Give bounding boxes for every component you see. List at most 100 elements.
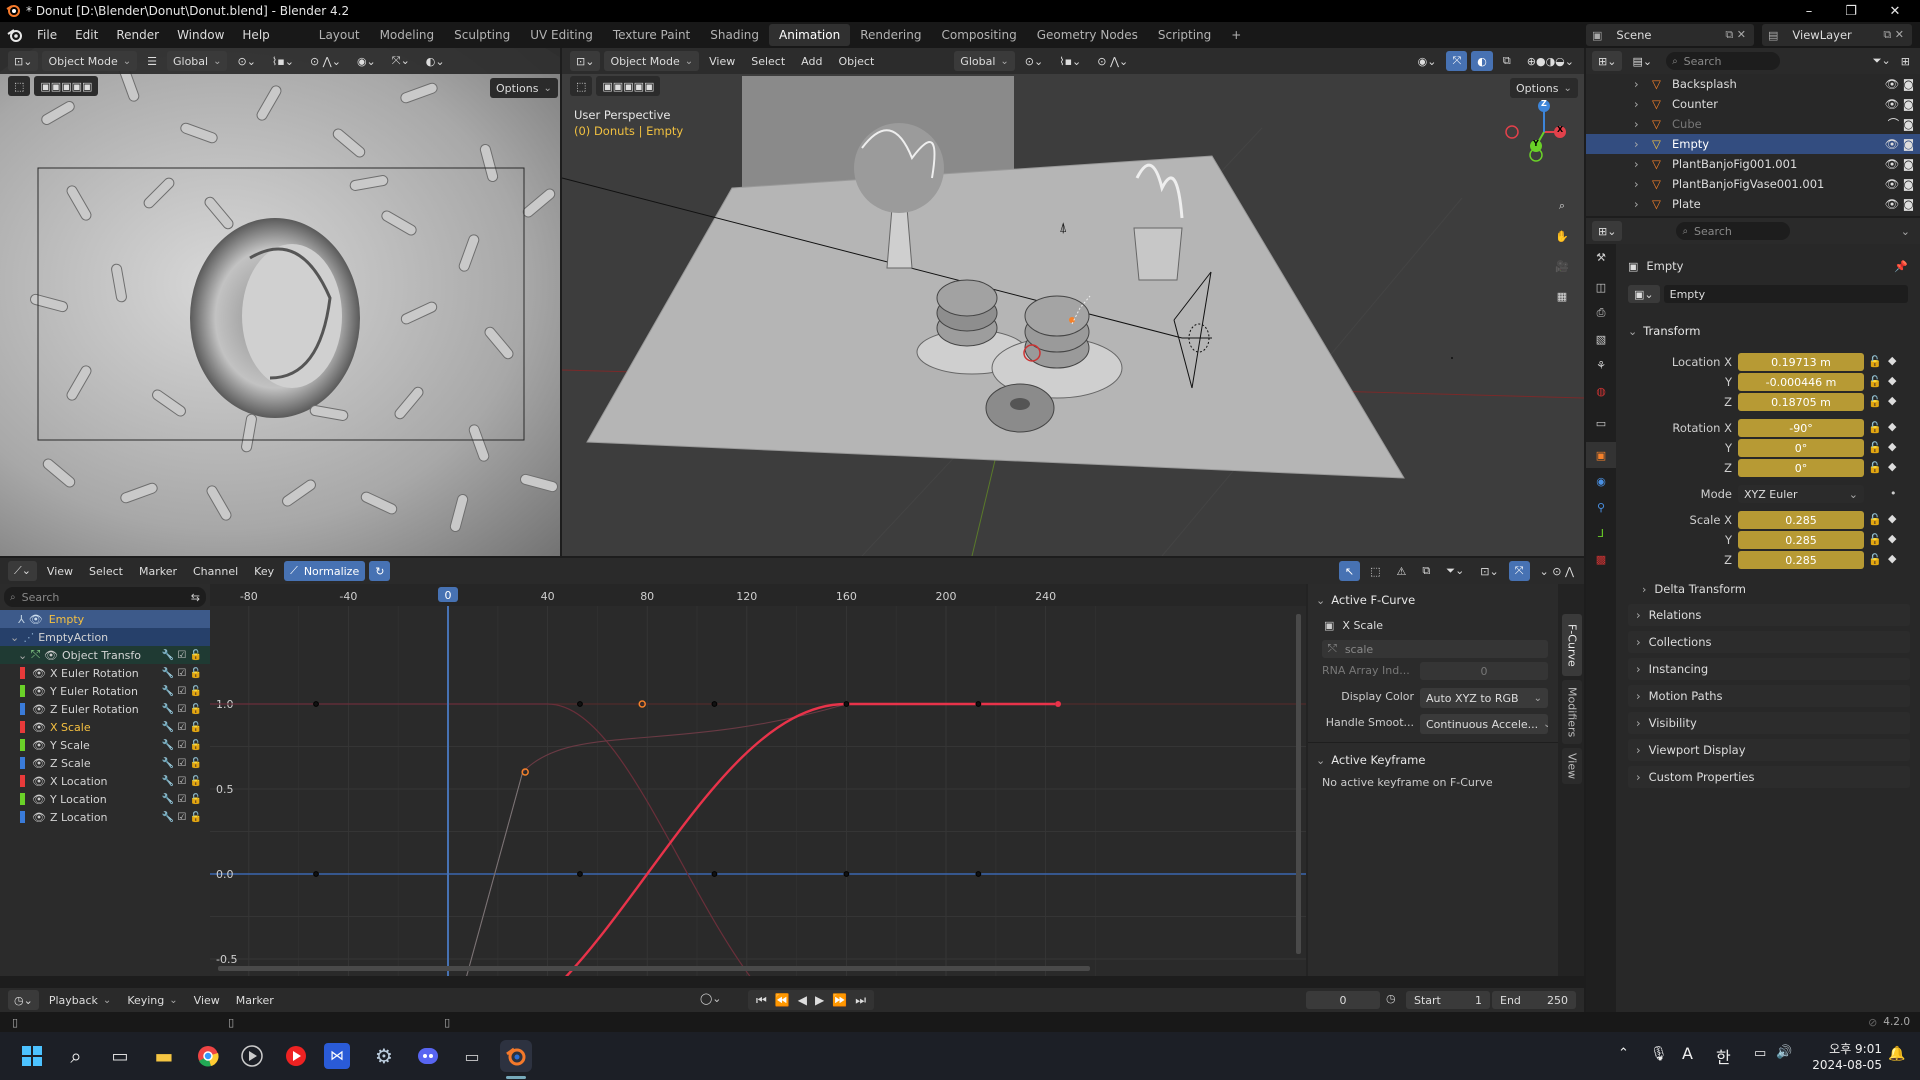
viewport-orientation-dropdown[interactable]: Global (954, 51, 1015, 71)
properties-search-input[interactable]: ⌕ Search (1676, 222, 1791, 240)
location-x-keyframe-icon[interactable]: ◆ (1888, 354, 1896, 367)
overlay-icon[interactable]: ◐⌄ (420, 51, 451, 71)
panel-visibility[interactable]: › Visibility (1628, 712, 1910, 734)
show-hidden-icon[interactable]: ⬚ (1364, 561, 1386, 581)
channel-eye-icon[interactable]: 👁 (32, 811, 46, 824)
outliner-display-mode-icon[interactable]: ▤⌄ (1626, 51, 1658, 71)
viewport-proportional-icon[interactable]: ⊙ ⋀⌄ (1091, 51, 1134, 71)
data-path-field[interactable]: ⤲ scale (1322, 640, 1548, 658)
texture-tab-icon[interactable]: ▩ (1586, 546, 1616, 572)
channel-row[interactable]: 👁 Z Euler Rotation 🔧 ☑ 🔓 (0, 700, 210, 718)
viewport-menu-select[interactable]: Select (745, 51, 791, 71)
location-z-field[interactable]: 0.18705 m (1738, 393, 1864, 411)
outliner-item[interactable]: › ▽ Cube ⌒ ◙ (1586, 114, 1920, 134)
task-view-icon[interactable]: ▭ (104, 1040, 136, 1072)
delta-transform-subpanel[interactable]: › Delta Transform (1642, 578, 1910, 600)
start-frame-field[interactable]: Start 1 (1406, 991, 1490, 1009)
constraints-tab-icon[interactable]: ⚲ (1586, 494, 1616, 520)
menu-edit[interactable]: Edit (66, 23, 107, 47)
normalize-toggle[interactable]: ⟋ Normalize (284, 561, 366, 581)
channel-eye-icon[interactable]: 👁 (32, 685, 46, 698)
group-eye-icon[interactable]: 👁 (44, 649, 58, 662)
outliner-visibility-icon[interactable]: 👁 ◙ (1885, 97, 1914, 111)
notification-bell-icon[interactable]: 🔔 (1888, 1046, 1905, 1062)
channel-eye-icon[interactable]: 👁 (32, 793, 46, 806)
scale-z-keyframe-icon[interactable]: ◆ (1888, 552, 1896, 565)
ime-indicator[interactable]: A (1682, 1044, 1693, 1063)
channel-swap-icon[interactable]: ⇆ (191, 591, 200, 604)
channel-action-row[interactable]: ⌄ ⋰ EmptyAction (0, 628, 210, 646)
only-selected-icon[interactable]: ↖ (1338, 561, 1361, 581)
transform-panel-header[interactable]: ⌄ Transform (1628, 320, 1910, 342)
create-ghost-icon[interactable]: ⧉ (1416, 561, 1436, 581)
location-y-lock-icon[interactable]: 🔓 (1868, 375, 1882, 388)
viewport-visibility-icon[interactable]: ◉⌄ (1412, 51, 1443, 71)
object-name-field[interactable]: Empty (1663, 285, 1908, 303)
channel-object-row[interactable]: ⅄ 👁 Empty (0, 610, 210, 628)
video-app-icon[interactable] (280, 1040, 312, 1072)
expand-arrow-icon[interactable]: › (1634, 197, 1639, 211)
panel-instancing[interactable]: › Instancing (1628, 658, 1910, 680)
graph-menu-select[interactable]: Select (83, 561, 129, 581)
location-z-lock-icon[interactable]: 🔓 (1868, 395, 1882, 408)
location-x-field[interactable]: 0.19713 m (1738, 353, 1864, 371)
viewport-menu-view[interactable]: View (703, 51, 741, 71)
scale-y-field[interactable]: 0.285 (1738, 531, 1864, 549)
channel-controls-icon[interactable]: 🔧 ☑ 🔓 (162, 722, 202, 733)
app-blue-icon[interactable]: ⋈ (324, 1043, 350, 1069)
tray-overflow-icon[interactable]: ⌃ (1618, 1046, 1629, 1061)
channel-controls-icon[interactable]: 🔧 ☑ 🔓 (162, 740, 202, 751)
menu-hamburger-icon[interactable]: ☰ (141, 51, 163, 71)
rotation-x-lock-icon[interactable]: 🔓 (1868, 421, 1882, 434)
tab-compositing[interactable]: Compositing (931, 24, 1026, 46)
outliner-visibility-icon[interactable]: 👁 ◙ (1885, 177, 1914, 191)
new-view-layer-icon[interactable]: ⧉ ✕ (1883, 28, 1904, 42)
view-layer-tab-icon[interactable]: ▧ (1586, 326, 1616, 352)
channel-row[interactable]: 👁 Z Location 🔧 ☑ 🔓 (0, 808, 210, 826)
menu-render[interactable]: Render (107, 23, 168, 47)
channel-row[interactable]: 👁 Y Euler Rotation 🔧 ☑ 🔓 (0, 682, 210, 700)
clock-time[interactable]: 오후 9:01 (1812, 1040, 1882, 1057)
tab-rendering[interactable]: Rendering (850, 24, 931, 46)
rotation-x-field[interactable]: -90° (1738, 419, 1864, 437)
panel-viewport-display[interactable]: › Viewport Display (1628, 739, 1910, 761)
channel-row[interactable]: 👁 Z Scale 🔧 ☑ 🔓 (0, 754, 210, 772)
channel-controls-icon[interactable]: 🔧 ☑ 🔓 (162, 686, 202, 697)
scale-z-lock-icon[interactable]: 🔓 (1868, 553, 1882, 566)
tab-layout[interactable]: Layout (309, 24, 370, 46)
scene-tab-icon[interactable]: ⚘ (1586, 352, 1616, 378)
properties-options-icon[interactable]: ⌄ (1901, 225, 1910, 238)
channel-controls-icon[interactable]: 🔧 ☑ 🔓 (162, 758, 202, 769)
end-frame-field[interactable]: End 250 (1492, 991, 1576, 1009)
display-color-dropdown[interactable]: Auto XYZ to RGB (1420, 688, 1548, 708)
properties-editor-type-button[interactable]: ⊞⌄ (1592, 221, 1623, 241)
timeline-editor-type-button[interactable]: ◷⌄ (8, 990, 39, 1010)
camera-mode-dropdown[interactable]: Object Mode (42, 51, 138, 71)
tool-tab-icon[interactable]: ⚒ (1586, 244, 1616, 270)
maximize-button[interactable]: ❐ (1828, 0, 1874, 22)
channel-eye-icon[interactable]: 👁 (32, 703, 46, 716)
graph-menu-channel[interactable]: Channel (187, 561, 244, 581)
auto-keying-icon[interactable]: ◯⌄ (700, 992, 722, 1005)
scale-x-field[interactable]: 0.285 (1738, 511, 1864, 529)
tab-uv-editing[interactable]: UV Editing (520, 24, 603, 46)
add-workspace-button[interactable]: + (1221, 24, 1251, 46)
outliner-visibility-icon[interactable]: 👁 ◙ (1885, 137, 1914, 151)
expand-arrow-icon[interactable]: › (1634, 137, 1639, 151)
camera-options-dropdown[interactable]: Options (490, 78, 558, 98)
3d-viewport[interactable]: ⍋ ⊡⌄ Object Mode View Select Add Object … (562, 48, 1584, 556)
expand-arrow-icon[interactable]: › (1634, 117, 1639, 131)
panel-collections[interactable]: › Collections (1628, 631, 1910, 653)
file-explorer-icon[interactable]: ▬ (148, 1040, 180, 1072)
pan-hand-icon[interactable]: ✋ (1550, 224, 1574, 248)
view-layer-selector[interactable]: ▤ ViewLayer ⧉ ✕ (1762, 24, 1912, 46)
tab-modeling[interactable]: Modeling (370, 24, 445, 46)
outliner-visibility-icon[interactable]: ⌒ ◙ (1888, 116, 1914, 132)
channel-eye-icon[interactable]: 👁 (32, 667, 46, 680)
proportional-icon[interactable]: ⊙ ⋀⌄ (304, 51, 347, 71)
eye-icon[interactable]: 👁 (29, 613, 43, 626)
expand-arrow-icon[interactable]: › (1634, 77, 1639, 91)
media-player-icon[interactable] (236, 1040, 268, 1072)
channel-row[interactable]: 👁 Y Location 🔧 ☑ 🔓 (0, 790, 210, 808)
channel-search-input[interactable]: ⌕ Search ⇆ (4, 587, 206, 607)
